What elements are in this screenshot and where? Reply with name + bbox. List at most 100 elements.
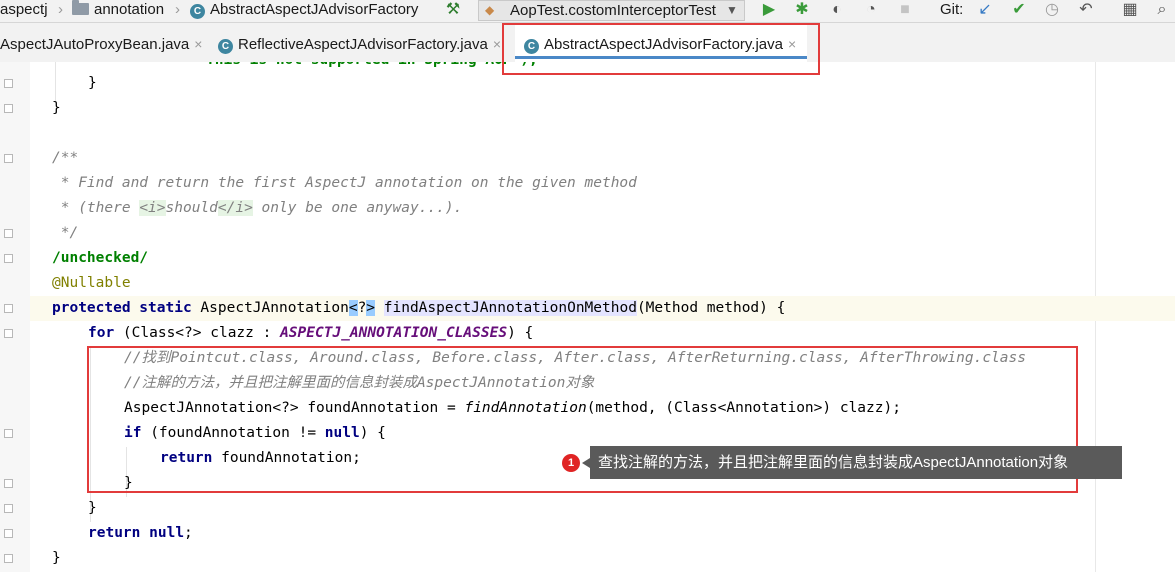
breadcrumb-label: aspectj <box>0 1 48 18</box>
annotation-nullable: @Nullable <box>52 275 131 291</box>
code-text: ) { <box>507 325 534 341</box>
fold-marker-icon[interactable] <box>4 304 13 313</box>
active-tab-indicator <box>515 56 807 59</box>
code-line: } <box>88 496 97 521</box>
git-commit-check-icon[interactable]: ✔ <box>1009 0 1029 21</box>
class-icon: C <box>524 39 539 54</box>
javadoc-text: * Find and return the first AspectJ anno… <box>52 175 637 191</box>
keyword: null <box>324 425 360 441</box>
tab-abstract-aspectj-advisor-factory[interactable]: C AbstractAspectJAdvisorFactory.java × <box>515 23 807 62</box>
tab-label: AbstractAspectJAdvisorFactory.java <box>544 36 783 53</box>
fold-marker-icon[interactable] <box>4 429 13 438</box>
breadcrumb-class[interactable]: C AbstractAspectJAdvisorFactory <box>190 0 418 22</box>
fold-marker-icon[interactable] <box>4 254 13 263</box>
code-line: } <box>52 96 61 121</box>
junit-icon: ◆ <box>485 3 495 17</box>
class-icon: C <box>218 39 233 54</box>
comment-text: //找到Pointcut.class, Around.class, Before… <box>124 350 1026 366</box>
tab-aspectj-auto-proxy-bean[interactable]: AspectJAutoProxyBean.java × <box>0 23 205 62</box>
project-structure-icon[interactable]: ▦ <box>1120 0 1140 21</box>
close-icon[interactable]: × <box>788 36 796 52</box>
keyword: return <box>160 450 213 466</box>
fold-marker-icon[interactable] <box>4 229 13 238</box>
profile-icon[interactable]: ◔ <box>861 0 881 21</box>
annotation-callout: 查找注解的方法，并且把注解里面的信息封装成AspectJAnnotation对象 <box>582 446 1122 479</box>
git-label: Git: <box>940 1 964 18</box>
code-line: AspectJAnnotation<?> foundAnnotation = f… <box>124 396 901 421</box>
brace: } <box>124 475 133 491</box>
debug-bug-icon[interactable]: ✱ <box>792 0 812 21</box>
javadoc-text: only be one anyway...). <box>252 200 463 216</box>
keyword: if <box>124 425 142 441</box>
brace: } <box>88 500 97 516</box>
code-line: } <box>124 471 133 496</box>
breadcrumb-separator: › <box>175 1 180 18</box>
tab-label: ReflectiveAspectJAdvisorFactory.java <box>238 36 488 53</box>
code-text: (Class<?> clazz : <box>114 325 281 341</box>
code-line: /unchecked/ <box>52 246 148 271</box>
javadoc-line: */ <box>52 221 78 246</box>
static-field[interactable]: ASPECTJ_ANNOTATION_CLASSES <box>280 325 507 341</box>
keyword: protected static <box>52 300 192 316</box>
breadcrumb-annotation[interactable]: annotation <box>72 0 164 22</box>
editor-tab-bar: AspectJAutoProxyBean.java × C ReflectiveAs… <box>0 23 1175 63</box>
run-config-label: AopTest.costomInterceptorTest <box>510 2 716 19</box>
javadoc-text: /** <box>52 150 79 166</box>
breadcrumb-separator: › <box>58 1 63 18</box>
callout-text: 查找注解的方法，并且把注解里面的信息封装成AspectJAnnotation对象 <box>598 454 1069 471</box>
fold-marker-icon[interactable] <box>4 554 13 563</box>
build-hammer-icon[interactable]: ⚒ <box>443 0 463 21</box>
close-icon[interactable]: × <box>194 36 202 52</box>
git-update-icon[interactable]: ↙ <box>975 0 995 21</box>
fold-marker-icon[interactable] <box>4 79 13 88</box>
folder-icon <box>72 0 89 15</box>
javadoc-text: should <box>165 200 218 216</box>
fold-marker-icon[interactable] <box>4 529 13 538</box>
code-line: } <box>88 71 97 96</box>
stop-icon[interactable]: ■ <box>895 0 915 21</box>
fold-marker-icon[interactable] <box>4 479 13 488</box>
revert-icon[interactable]: ↶ <box>1076 0 1096 21</box>
code-text: (foundAnnotation != <box>141 425 325 441</box>
search-icon[interactable]: ⌕ <box>1152 0 1172 21</box>
code-text: ) { <box>359 425 386 441</box>
method-call[interactable]: findAnnotation <box>464 400 586 416</box>
coverage-icon[interactable]: ◐ <box>827 0 847 21</box>
callout-number-badge: 1 <box>562 454 580 472</box>
html-tag: <i> <box>139 200 166 216</box>
fold-marker-icon[interactable] <box>4 104 13 113</box>
history-clock-icon[interactable]: ◷ <box>1042 0 1062 21</box>
fold-marker-icon[interactable] <box>4 154 13 163</box>
code-text: (method, (Class<Annotation>) clazz); <box>586 400 901 416</box>
class-icon: C <box>190 4 205 19</box>
suppress-warnings-text: /unchecked/ <box>52 250 149 266</box>
run-icon[interactable]: ▶ <box>759 0 779 21</box>
javadoc-text: * (there <box>52 200 140 216</box>
fold-marker-icon[interactable] <box>4 504 13 513</box>
brace: } <box>52 550 61 566</box>
code-editor[interactable]: This is not supported in Spring AOP"); }… <box>0 62 1175 572</box>
code-line: return foundAnnotation; <box>160 446 361 471</box>
fold-marker-icon[interactable] <box>4 329 13 338</box>
bracket: < <box>348 300 358 316</box>
code-line: if (foundAnnotation != null) { <box>124 421 386 446</box>
javadoc-line: * (there <i>should</i> only be one anywa… <box>52 196 462 221</box>
method-name[interactable]: findAspectJAnnotationOnMethod <box>383 300 637 316</box>
javadoc-text: */ <box>52 225 79 241</box>
method-signature-line: protected static AspectJAnnotation<?> fi… <box>52 296 785 321</box>
run-configuration-selector[interactable]: ◆ AopTest.costomInterceptorTest ▼ <box>478 0 745 21</box>
code-line: @Nullable <box>52 271 131 296</box>
wildcard: ? <box>357 300 367 316</box>
breadcrumb-label: annotation <box>94 1 165 18</box>
breadcrumb-aspectj[interactable]: aspectj <box>0 0 48 22</box>
code-line: for (Class<?> clazz : ASPECTJ_ANNOTATION… <box>88 321 533 346</box>
javadoc-line: /** <box>52 146 78 171</box>
tab-reflective-aspectj-advisor-factory[interactable]: C ReflectiveAspectJAdvisorFactory.java × <box>218 23 508 62</box>
code-text: AspectJAnnotation<?> foundAnnotation = <box>124 400 465 416</box>
brace: } <box>52 100 61 116</box>
keyword: return <box>88 525 141 541</box>
return-type: AspectJAnnotation <box>191 300 349 316</box>
comment-line: //找到Pointcut.class, Around.class, Before… <box>124 346 1026 371</box>
close-icon[interactable]: × <box>493 36 501 52</box>
